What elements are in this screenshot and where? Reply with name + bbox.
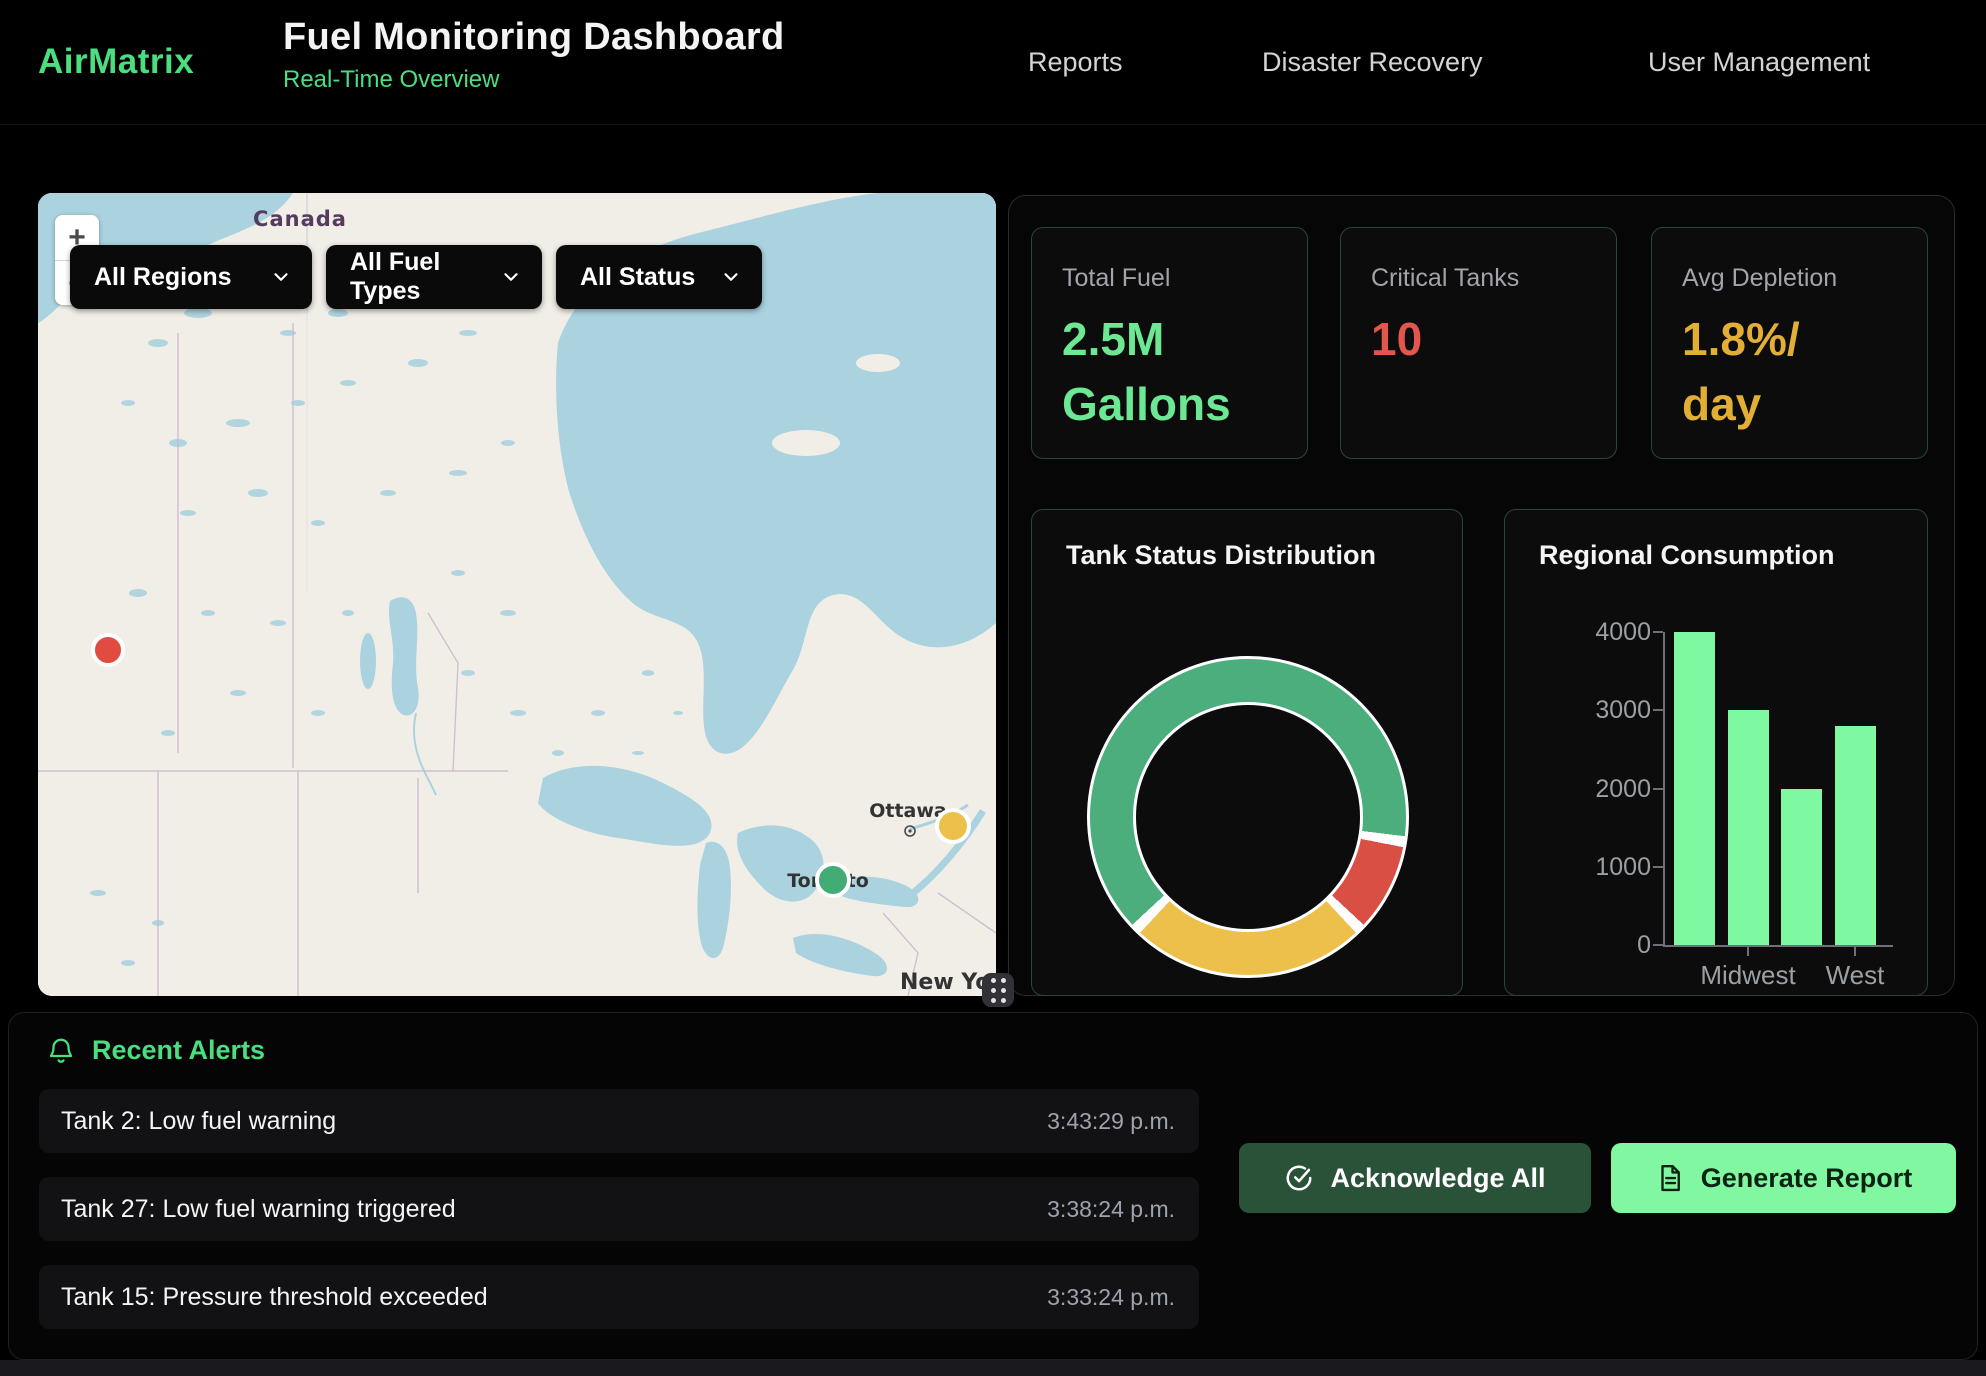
status-filter-select[interactable]: All Status <box>556 245 762 309</box>
y-tick <box>1653 866 1663 868</box>
alert-timestamp: 3:43:29 p.m. <box>1047 1108 1175 1135</box>
donut-hole <box>1133 702 1363 932</box>
map-lake-winnipeg <box>389 597 419 715</box>
x-tick <box>1747 947 1749 956</box>
status-filter-value: All Status <box>580 263 695 292</box>
bar <box>1781 789 1822 946</box>
stat-label: Avg Depletion <box>1682 264 1903 293</box>
y-tick <box>1653 631 1663 633</box>
map-canvas[interactable]: Canada Ottawa Toronto New York <box>38 193 996 996</box>
nav-user-management[interactable]: User Management <box>1648 47 1870 78</box>
region-filter-value: All Regions <box>94 263 232 292</box>
stat-card-critical-tanks: Critical Tanks 10 <box>1340 227 1617 459</box>
map-panel: Canada Ottawa Toronto New York + − All R… <box>38 193 996 996</box>
y-tick-label: 0 <box>1561 931 1651 960</box>
title-block: Fuel Monitoring Dashboard Real-Time Over… <box>283 16 784 94</box>
generate-report-label: Generate Report <box>1701 1163 1913 1194</box>
y-tick <box>1653 944 1663 946</box>
x-tick-label: West <box>1785 960 1925 991</box>
alert-row: Tank 2: Low fuel warning 3:43:29 p.m. <box>39 1089 1199 1153</box>
chart-title: Tank Status Distribution <box>1066 540 1376 571</box>
alerts-header: Recent Alerts <box>46 1035 265 1066</box>
stat-value: 1.8%/day <box>1682 307 1903 438</box>
dashboard: AirMatrix Fuel Monitoring Dashboard Real… <box>0 0 1986 1376</box>
bar <box>1674 632 1715 945</box>
alert-message: Tank 27: Low fuel warning triggered <box>61 1195 456 1224</box>
alert-message: Tank 15: Pressure threshold exceeded <box>61 1283 488 1312</box>
metrics-panel: Total Fuel 2.5MGallons Critical Tanks 10… <box>1008 195 1955 996</box>
stat-label: Total Fuel <box>1062 264 1283 293</box>
stat-label: Critical Tanks <box>1371 264 1592 293</box>
x-axis <box>1663 945 1893 947</box>
tank-marker-warning[interactable] <box>937 810 969 842</box>
regional-consumption-chart-card: Regional Consumption 01000200030004000Mi… <box>1504 509 1928 996</box>
tank-status-donut-chart <box>1087 656 1409 978</box>
map-island <box>856 354 900 372</box>
tank-marker-critical[interactable] <box>93 635 123 665</box>
map-island <box>772 430 840 456</box>
map-resize-handle[interactable] <box>982 973 1014 1007</box>
nav-reports[interactable]: Reports <box>1028 47 1123 78</box>
y-tick <box>1653 709 1663 711</box>
alert-timestamp: 3:38:24 p.m. <box>1047 1196 1175 1223</box>
fuel-type-filter-select[interactable]: All Fuel Types <box>326 245 542 309</box>
map-town-symbol-dot <box>908 829 911 832</box>
tank-status-chart-card: Tank Status Distribution <box>1031 509 1463 996</box>
chevron-down-icon <box>720 266 742 288</box>
generate-report-button[interactable]: Generate Report <box>1611 1143 1956 1213</box>
stat-card-avg-depletion: Avg Depletion 1.8%/day <box>1651 227 1928 459</box>
bar <box>1728 710 1769 945</box>
y-tick <box>1653 788 1663 790</box>
acknowledge-all-label: Acknowledge All <box>1330 1163 1545 1194</box>
y-tick-label: 3000 <box>1561 696 1651 725</box>
check-circle-icon <box>1284 1163 1314 1193</box>
chevron-down-icon <box>500 266 522 288</box>
alert-message: Tank 2: Low fuel warning <box>61 1107 336 1136</box>
tank-marker-ok[interactable] <box>817 864 849 896</box>
y-tick-label: 1000 <box>1561 853 1651 882</box>
bell-icon <box>46 1036 76 1066</box>
header: AirMatrix Fuel Monitoring Dashboard Real… <box>0 0 1986 125</box>
alerts-title: Recent Alerts <box>92 1035 265 1066</box>
nav-disaster-recovery[interactable]: Disaster Recovery <box>1262 47 1483 78</box>
map-filters: All Regions All Fuel Types All Status <box>70 245 762 309</box>
page-title: Fuel Monitoring Dashboard <box>283 16 784 59</box>
y-tick-label: 2000 <box>1561 775 1651 804</box>
stat-value: 2.5MGallons <box>1062 307 1283 438</box>
alert-row: Tank 15: Pressure threshold exceeded 3:3… <box>39 1265 1199 1329</box>
y-tick-label: 4000 <box>1561 618 1651 647</box>
map-label-ottawa: Ottawa <box>869 800 947 822</box>
chevron-down-icon <box>270 266 292 288</box>
y-axis <box>1663 632 1665 947</box>
region-filter-select[interactable]: All Regions <box>70 245 312 309</box>
map-lake <box>360 633 376 689</box>
bar <box>1835 726 1876 945</box>
page-subtitle: Real-Time Overview <box>283 66 784 94</box>
app-logo: AirMatrix <box>38 42 194 82</box>
alert-timestamp: 3:33:24 p.m. <box>1047 1284 1175 1311</box>
document-icon <box>1655 1163 1685 1193</box>
stat-card-total-fuel: Total Fuel 2.5MGallons <box>1031 227 1308 459</box>
stat-value: 10 <box>1371 307 1592 372</box>
acknowledge-all-button[interactable]: Acknowledge All <box>1239 1143 1591 1213</box>
regional-consumption-bar-chart: 01000200030004000MidwestWest <box>1505 510 1927 995</box>
map-label-country: Canada <box>253 207 347 231</box>
fuel-type-filter-value: All Fuel Types <box>350 248 484 306</box>
bottom-strip <box>0 1360 1986 1376</box>
x-tick <box>1854 947 1856 956</box>
alerts-section: Recent Alerts Tank 2: Low fuel warning 3… <box>8 1012 1978 1360</box>
alert-row: Tank 27: Low fuel warning triggered 3:38… <box>39 1177 1199 1241</box>
